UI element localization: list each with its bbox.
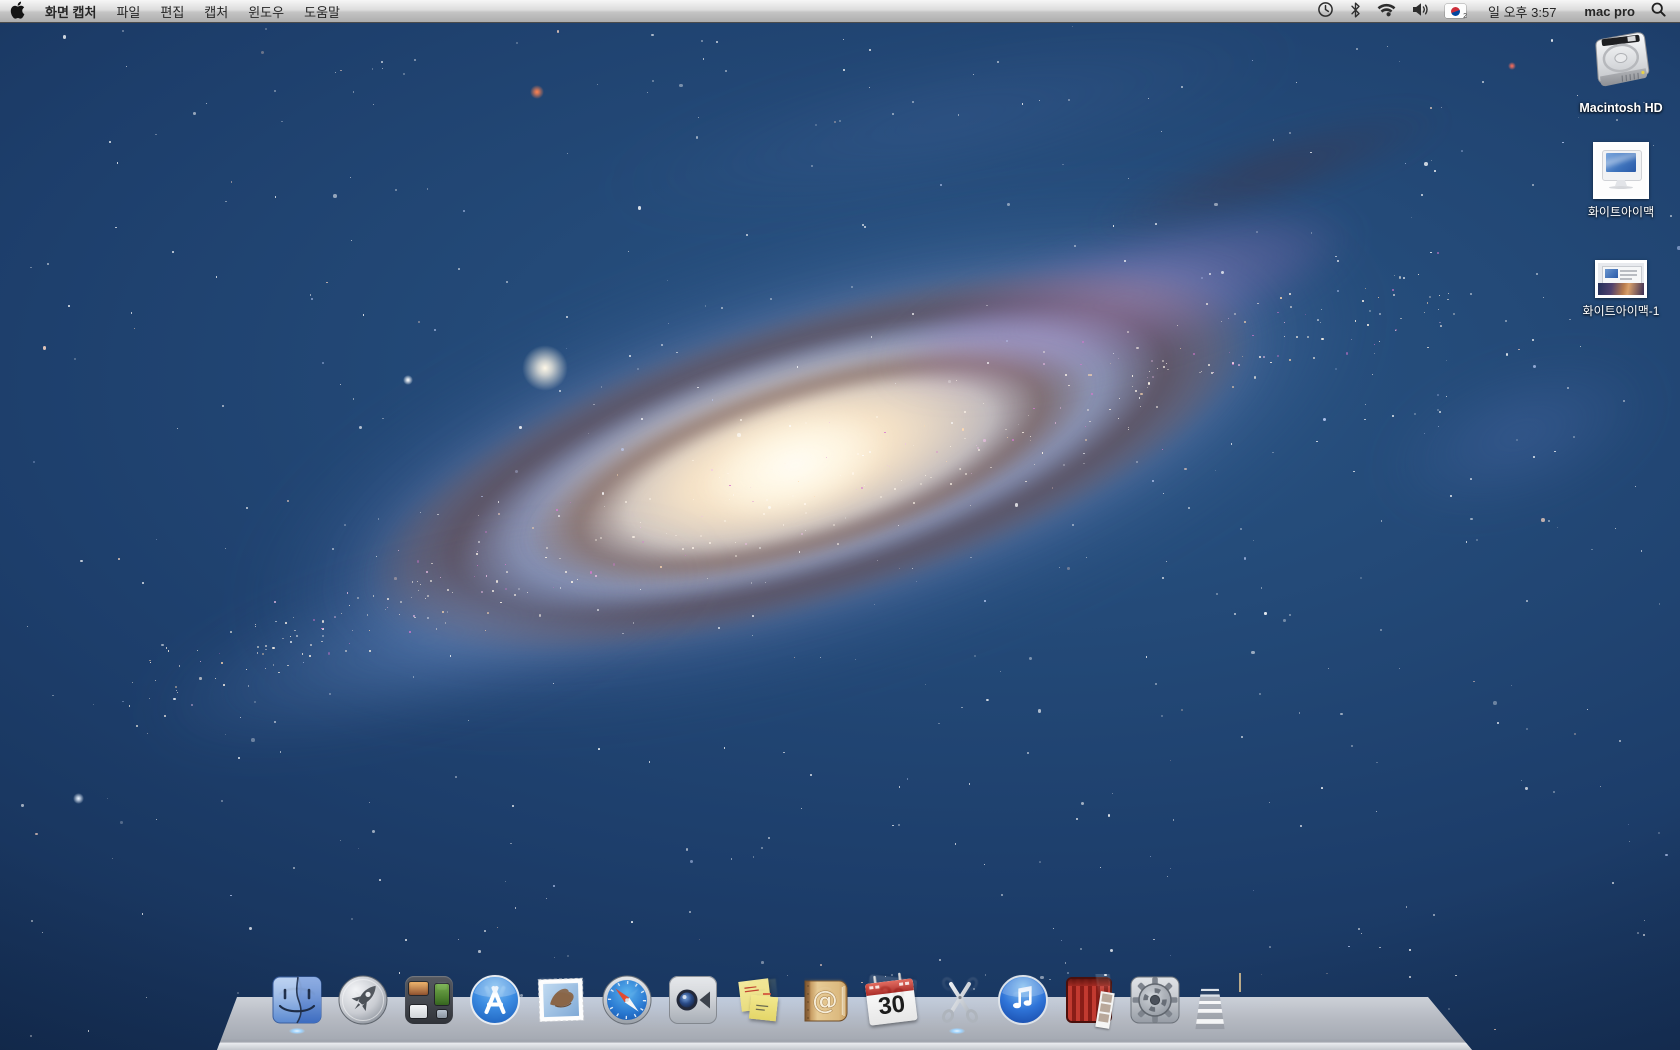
stickies-icon	[733, 974, 785, 1026]
menu-app-name[interactable]: 화면 캡처	[35, 0, 106, 22]
document-icon	[1239, 974, 1291, 1026]
galaxy-dust-inner	[359, 210, 1260, 720]
galaxy-faint-top	[493, 0, 1407, 292]
volume-menu[interactable]	[1404, 0, 1437, 22]
time-machine-menu[interactable]	[1309, 0, 1342, 22]
dock-item-finder[interactable]	[271, 974, 323, 1026]
wifi-icon	[1377, 3, 1396, 20]
photo-booth-icon	[1063, 974, 1115, 1026]
menu-bar: 화면 캡처 파일 편집 캡처 윈도우 도움말	[0, 0, 1680, 23]
dock-divider	[1195, 974, 1225, 1026]
desktop-icon-label: 화이트아이맥	[1588, 203, 1654, 220]
time-machine-icon	[1317, 1, 1334, 21]
desktop-icon-white-imac-1[interactable]: 화이트아이맥-1	[1561, 260, 1680, 319]
image-file-icon	[1595, 260, 1647, 298]
menu-help[interactable]: 도움말	[294, 0, 350, 22]
document-icon	[1305, 974, 1357, 1026]
desktop-icon-label: 화이트아이맥-1	[1583, 302, 1660, 319]
input-source-menu[interactable]: 2	[1437, 0, 1474, 22]
desktop-icon-macintosh-hd[interactable]: Macintosh HD	[1561, 30, 1680, 115]
input-source-badge: 2	[1463, 13, 1467, 20]
dock-item-document-2[interactable]	[1305, 974, 1357, 1026]
system-preferences-icon	[1129, 974, 1181, 1026]
mission-control-icon	[403, 974, 455, 1026]
trash-icon	[1371, 974, 1423, 1026]
galaxy-core-hot	[690, 389, 901, 540]
galaxy-blue-outskirt	[37, 439, 823, 841]
dock-item-mail[interactable]	[535, 974, 587, 1026]
dock-item-system-preferences[interactable]	[1129, 974, 1181, 1026]
running-indicator	[289, 1028, 305, 1034]
dock-item-launchpad[interactable]	[337, 974, 389, 1026]
screenshot-thumbnail	[1598, 263, 1644, 295]
ical-icon: 30	[865, 974, 917, 1026]
itunes-icon	[997, 974, 1049, 1026]
spotlight-icon	[1651, 2, 1666, 20]
dock-item-trash[interactable]	[1371, 974, 1423, 1026]
safari-icon	[601, 974, 653, 1026]
address-book-icon: @	[799, 974, 851, 1026]
menu-file[interactable]: 파일	[106, 0, 150, 22]
dock-item-photo-booth[interactable]	[1063, 974, 1115, 1026]
bluetooth-icon	[1350, 2, 1361, 21]
white-imac-thumbnail	[1596, 145, 1646, 196]
menu-edit[interactable]: 편집	[150, 0, 194, 22]
image-file-icon	[1593, 142, 1649, 199]
galaxy-dust-streak	[1029, 58, 1512, 287]
vignette	[0, 0, 1680, 1050]
dock-item-address-book[interactable]: @ @	[799, 974, 851, 1026]
apple-logo-icon	[10, 1, 25, 22]
taegeuk-symbol	[1451, 7, 1460, 16]
galaxy-disc	[152, 94, 1468, 826]
ical-date: 30	[866, 989, 917, 1023]
starfield	[0, 0, 1680, 1050]
finder-icon	[271, 974, 323, 1026]
hard-drive-icon	[1591, 30, 1651, 97]
launchpad-icon	[337, 974, 389, 1026]
svg-text:@: @	[812, 986, 838, 1016]
grab-screen-capture-icon	[931, 974, 983, 1026]
clock-menu[interactable]: 일 오후 3:57	[1480, 0, 1564, 22]
user-menu[interactable]: mac pro	[1578, 0, 1641, 22]
spotlight-menu[interactable]	[1641, 0, 1680, 22]
dock-item-ical[interactable]: 30 30	[865, 974, 917, 1026]
galaxy-core	[502, 286, 1078, 640]
facetime-icon	[667, 974, 719, 1026]
desktop-icon-label: Macintosh HD	[1579, 101, 1662, 115]
running-indicator	[949, 1028, 965, 1034]
dock-row: @ @	[271, 974, 1423, 1026]
dock-item-itunes[interactable]	[997, 974, 1049, 1026]
menu-bar-status: 2 일 오후 3:57 mac pro	[1309, 0, 1680, 22]
galaxy-halo	[0, 0, 1635, 946]
menu-bar-left: 화면 캡처 파일 편집 캡처 윈도우 도움말	[0, 0, 350, 22]
dock-item-safari[interactable]	[601, 974, 653, 1026]
mail-icon	[535, 974, 587, 1026]
bluetooth-menu[interactable]	[1342, 0, 1369, 22]
volume-icon	[1412, 2, 1429, 20]
galaxy-purple-band	[802, 138, 1439, 463]
dock-item-grab[interactable]	[931, 974, 983, 1026]
galaxy-starfield	[0, 0, 1680, 1050]
galaxy-dust-outer	[165, 94, 1455, 827]
dock-item-mission-control[interactable]	[403, 974, 455, 1026]
dock-item-document-1[interactable]	[1239, 974, 1291, 1026]
apple-menu[interactable]	[0, 0, 35, 22]
korean-flag-icon: 2	[1445, 4, 1466, 18]
wifi-menu[interactable]	[1369, 0, 1404, 22]
dock-item-stickies[interactable]	[733, 974, 785, 1026]
desktop-wallpaper	[0, 0, 1680, 1050]
menu-window[interactable]: 윈도우	[238, 0, 294, 22]
desktop-icon-white-imac[interactable]: 화이트아이맥	[1561, 142, 1680, 220]
dock-item-app-store[interactable]	[469, 974, 521, 1026]
galaxy-blue-right	[1322, 294, 1680, 577]
dock-divider-dashes	[1195, 989, 1224, 1029]
app-store-icon	[469, 974, 521, 1026]
menu-capture[interactable]: 캡처	[194, 0, 238, 22]
dock-item-facetime[interactable]	[667, 974, 719, 1026]
